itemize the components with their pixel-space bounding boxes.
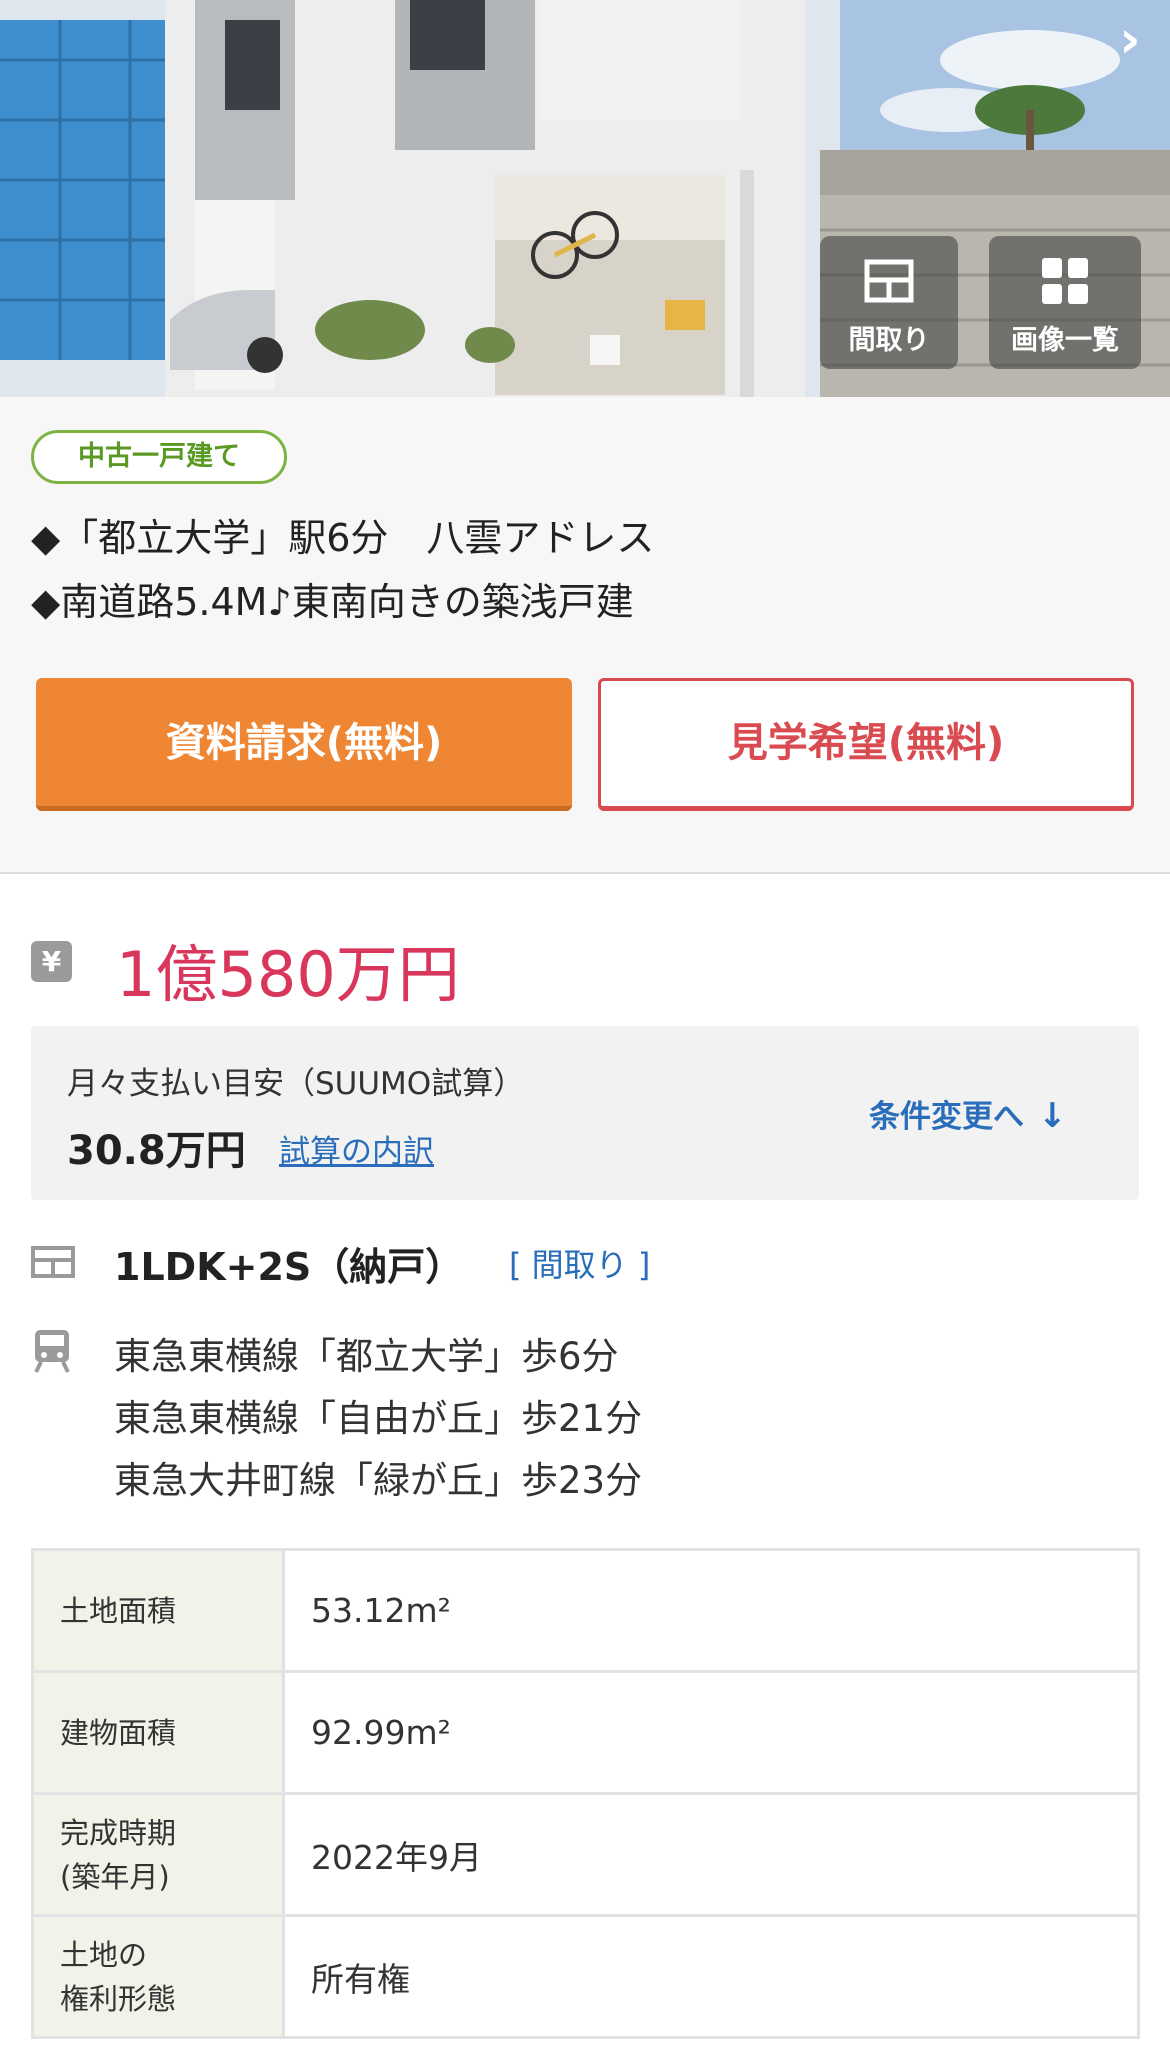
property-type-badge: 中古一戸建て [31,430,287,484]
floorplan-button-label: 間取り [848,325,930,356]
table-row: 建物面積 92.99m² [31,1670,1140,1795]
floorplan-icon [864,259,914,303]
spec-label: 完成時期 (築年月) [31,1792,285,1917]
gallery-button-label: 画像一覧 [1011,325,1119,356]
spec-label: 土地面積 [31,1548,285,1673]
spec-value: 2022年9月 [282,1792,1140,1917]
price-value: 1億580万円 [116,938,460,1011]
floor-layout: 1LDK+2S（納戸） [114,1245,464,1289]
table-row: 完成時期 (築年月) 2022年9月 [31,1792,1140,1917]
change-conditions-link[interactable]: 条件変更へ ↓ [869,1091,1067,1136]
access-line: 東急大井町線「緑が丘」歩23分 [114,1459,643,1502]
spec-value: 53.12m² [282,1548,1140,1673]
yen-icon: ¥ [31,941,72,982]
request-visit-button[interactable]: 見学希望(無料) [598,678,1134,811]
access-line: 東急東横線「自由が丘」歩21分 [114,1397,643,1440]
floorplan-link[interactable]: [ 間取り ] [509,1240,650,1286]
table-row: 土地の 権利形態 所有権 [31,1914,1140,2039]
gallery-button[interactable]: 画像一覧 [989,236,1141,369]
property-summary: 中古一戸建て ◆「都立大学」駅6分 八雲アドレス ◆南道路5.4M♪東南向きの築… [0,397,1170,874]
monthly-payment-box: 月々支払い目安（SUUMO試算） 30.8万円 試算の内訳 条件変更へ ↓ [31,1026,1139,1200]
monthly-payment-amount: 30.8万円 [67,1128,246,1174]
train-icon [34,1330,70,1373]
change-conditions-label: 条件変更へ [869,1099,1024,1135]
chevron-right-icon[interactable]: › [1100,10,1160,70]
arrow-down-icon: ↓ [1038,1096,1067,1136]
spec-value: 所有権 [282,1914,1140,2039]
catch-copy-line: ◆「都立大学」駅6分 八雲アドレス [31,516,655,560]
payment-breakdown-link[interactable]: 試算の内訳 [279,1126,434,1171]
catch-copy-line: ◆南道路5.4M♪東南向きの築浅戸建 [31,580,634,624]
spec-value: 92.99m² [282,1670,1140,1795]
spec-label: 建物面積 [31,1670,285,1795]
monthly-payment-label: 月々支払い目安（SUUMO試算） [67,1066,525,1102]
table-row: 土地面積 53.12m² [31,1548,1140,1673]
property-spec-table: 土地面積 53.12m² 建物面積 92.99m² 完成時期 (築年月) 202… [31,1548,1140,2039]
access-line: 東急東横線「都立大学」歩6分 [114,1335,619,1378]
floorplan-button[interactable]: 間取り [820,236,958,369]
request-documents-button[interactable]: 資料請求(無料) [36,678,572,811]
spec-label: 土地の 権利形態 [31,1914,285,2039]
grid-icon [1042,258,1088,304]
property-photo[interactable]: › 間取り 画像一覧 [0,0,1170,397]
floorplan-icon [31,1246,75,1278]
